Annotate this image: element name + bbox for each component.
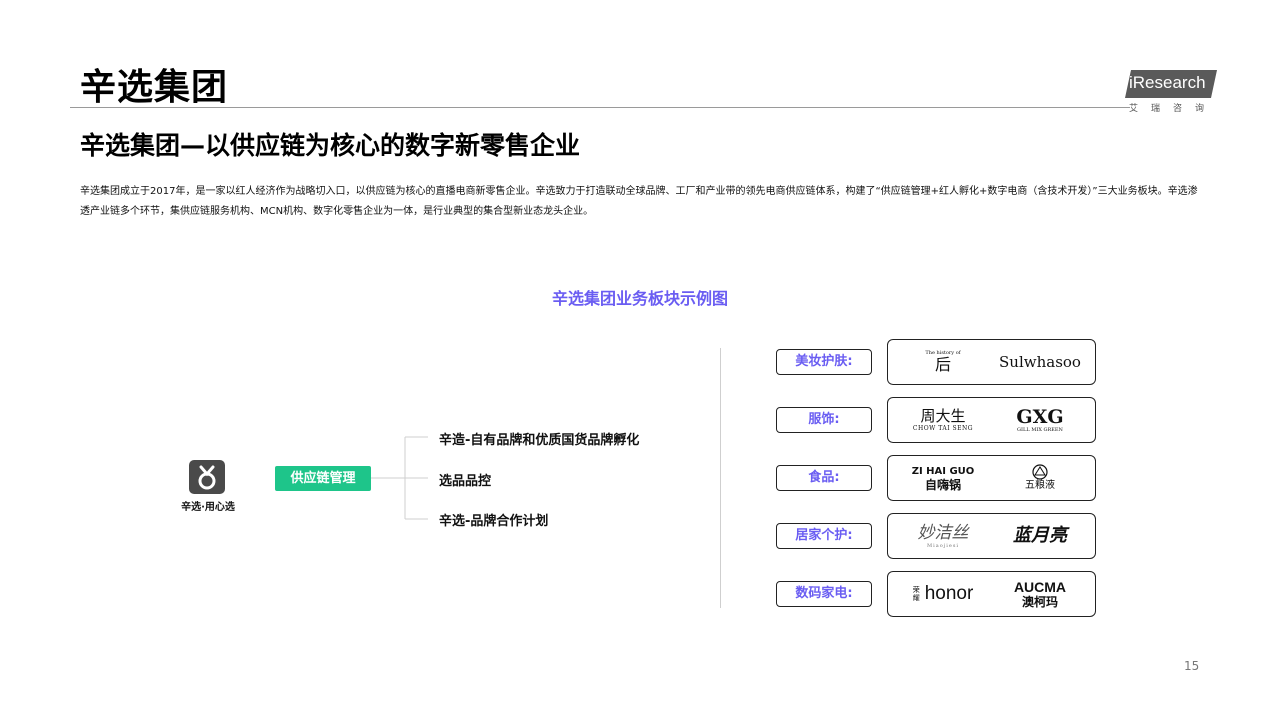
diagram-title: 辛选集团业务板块示例图: [551, 289, 728, 308]
brand-box: 妙洁丝 Miaojiesi 蓝月亮: [887, 513, 1096, 559]
brand-logo: AUCMA 澳柯玛: [1013, 578, 1067, 609]
branch-label: 选品品控: [439, 474, 492, 489]
branch-label: 辛造-自有品牌和优质国货品牌孵化: [439, 433, 640, 448]
app-caption: 辛选·用心选: [181, 502, 235, 513]
title-divider: [70, 107, 1130, 108]
brand-logo: 周大生 CHOW TAI SENG: [912, 407, 974, 432]
brand-logo: 五粮液: [995, 456, 1085, 500]
brand-box: 周大生 CHOW TAI SENG GXG GILL MIX GREEN: [887, 397, 1096, 443]
section-subtitle: 辛选集团—以供应链为核心的数字新零售企业: [80, 131, 581, 160]
branch-label: 辛选-品牌合作计划: [439, 514, 549, 529]
vertical-divider: [720, 348, 721, 608]
iresearch-logo: iResearch 艾瑞咨询: [1125, 70, 1217, 114]
brand-logo: The history of 后: [925, 350, 961, 374]
brand-logo: 荣耀 honor: [912, 583, 974, 604]
category-tag: 美妆护肤:: [776, 349, 872, 375]
category-tag: 数码家电:: [776, 581, 872, 607]
logo-subtext: 艾瑞咨询: [1129, 104, 1218, 114]
brand-logo: 妙洁丝 Miaojiesi: [917, 522, 969, 549]
brand-box: ZI HAI GUO 自嗨锅 五粮液: [887, 455, 1096, 501]
logo-text: iResearch: [1129, 73, 1206, 92]
supply-chain-management-node: 供应链管理: [275, 466, 371, 491]
page-title: 辛选集团: [80, 67, 229, 108]
brand-logo: 蓝月亮: [1013, 525, 1067, 546]
xinxuan-app-icon: [189, 460, 225, 494]
brand-box: The history of 后 Sulwhasoo: [887, 339, 1096, 385]
wuliangye-emblem-icon: [1032, 464, 1048, 480]
brand-logo: Sulwhasoo: [999, 353, 1081, 371]
category-tag: 居家个护:: [776, 523, 872, 549]
brand-logo: GXG GILL MIX GREEN: [1016, 406, 1064, 433]
brand-logo: ZI HAI GUO 自嗨锅: [911, 465, 975, 492]
category-tag: 服饰:: [776, 407, 872, 433]
description-paragraph: 辛选集团成立于2017年，是一家以红人经济作为战略切入口，以供应链为核心的直播电…: [80, 186, 1198, 217]
brand-box: 荣耀 honor AUCMA 澳柯玛: [887, 571, 1096, 617]
category-tag: 食品:: [776, 465, 872, 491]
page-number: 15: [1184, 659, 1200, 673]
